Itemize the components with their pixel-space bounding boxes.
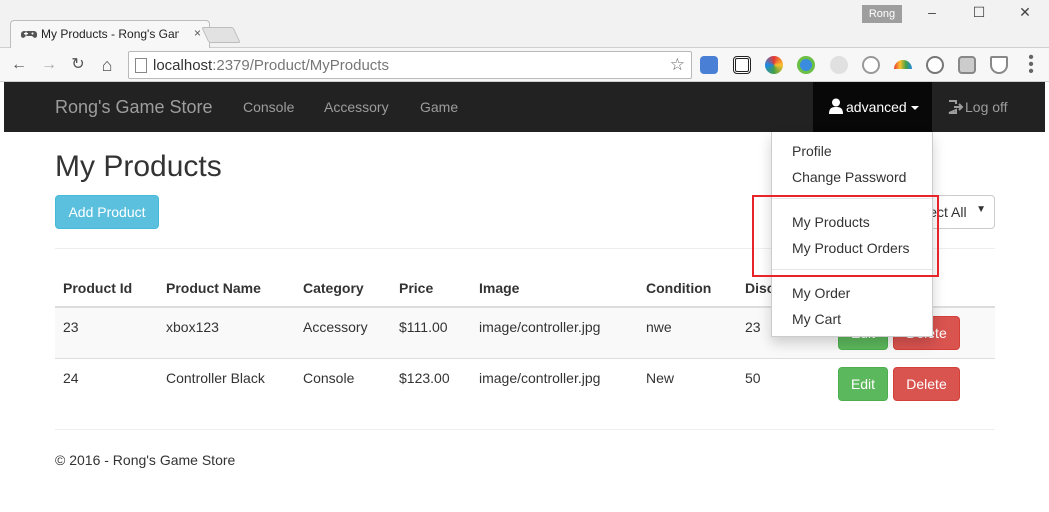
menu-item-profile[interactable]: Profile [792, 143, 832, 159]
close-window-icon[interactable]: ✕ [1010, 4, 1040, 24]
select-arrow-icon: ▼ [976, 204, 986, 215]
cell-condition: nwe [646, 319, 672, 335]
shield-icon[interactable] [990, 56, 1008, 74]
col-product-name: Product Name [166, 280, 261, 296]
cell-id: 23 [63, 319, 79, 335]
url-text: localhost:2379/Product/MyProducts [153, 57, 389, 74]
cell-name: xbox123 [166, 319, 219, 335]
cell-price: $111.00 [399, 319, 448, 335]
page-title: My Products [55, 150, 222, 183]
delete-button[interactable]: Delete [893, 367, 960, 401]
page-icon [135, 58, 147, 73]
globe-icon[interactable] [797, 56, 815, 74]
compass-icon[interactable] [926, 56, 944, 74]
nav-game[interactable]: Game [420, 99, 458, 115]
user-menu-toggle[interactable]: advanced [813, 82, 932, 132]
menu-item-my-order[interactable]: My Order [792, 285, 850, 301]
tab-close-icon[interactable]: × [194, 26, 201, 40]
cell-price: $123.00 [399, 370, 450, 386]
annotation-highlight-box [752, 195, 939, 277]
logout-icon [948, 100, 964, 114]
home-icon[interactable]: ⌂ [96, 54, 118, 76]
qr-code-icon[interactable] [733, 56, 751, 74]
site-navbar: Rong's Game Store Console Accessory Game… [4, 82, 1045, 132]
address-bar[interactable]: localhost:2379/Product/MyProducts ☆ [128, 51, 692, 79]
cell-condition: New [646, 370, 675, 386]
footer-text: © 2016 - Rong's Game Store [55, 452, 236, 468]
edit-button[interactable]: Edit [838, 367, 888, 401]
cell-image: image/controller.jpg [479, 319, 601, 335]
nav-console[interactable]: Console [243, 99, 294, 115]
add-product-button[interactable]: Add Product [55, 195, 159, 229]
cell-disc: 23 [745, 319, 761, 335]
forward-icon[interactable]: → [38, 54, 60, 76]
browser-titlebar: My Products - Rong's Game Store × Rong –… [0, 0, 1049, 48]
nav-accessory[interactable]: Accessory [324, 99, 389, 115]
cell-category: Accessory [303, 319, 368, 335]
caret-down-icon [911, 106, 919, 110]
cell-image: image/controller.jpg [479, 370, 601, 386]
col-image: Image [479, 280, 520, 296]
col-product-id: Product Id [63, 280, 133, 296]
user-icon [829, 98, 843, 114]
cell-disc: 50 [745, 370, 761, 386]
col-price: Price [399, 280, 434, 296]
maximize-icon[interactable]: ☐ [964, 4, 994, 24]
col-condition: Condition [646, 280, 712, 296]
cube-icon[interactable] [958, 56, 976, 74]
gear-icon[interactable] [862, 56, 880, 74]
user-name: advanced [846, 99, 907, 115]
row-divider [55, 358, 995, 359]
rainbow-icon[interactable] [894, 60, 912, 69]
browser-toolbar: ← → ↻ ⌂ localhost:2379/Product/MyProduct… [0, 48, 1049, 82]
tab-title: My Products - Rong's Game Store [41, 27, 179, 41]
back-icon[interactable]: ← [8, 54, 30, 76]
browser-menu-icon[interactable]: • • • [1024, 50, 1038, 80]
translate-icon[interactable] [700, 56, 718, 74]
new-tab-button[interactable] [201, 27, 241, 43]
footer-divider [55, 429, 995, 430]
reload-icon[interactable]: ↻ [67, 54, 89, 76]
color-wheel-icon[interactable] [765, 56, 783, 74]
col-category: Category [303, 280, 364, 296]
cell-category: Console [303, 370, 355, 386]
gamepad-icon [21, 31, 37, 38]
menu-item-change-password[interactable]: Change Password [792, 169, 906, 185]
cell-name: Controller Black [166, 370, 265, 386]
browser-tab[interactable]: My Products - Rong's Game Store × [10, 20, 210, 48]
brand-link[interactable]: Rong's Game Store [55, 97, 213, 118]
minimize-icon[interactable]: – [917, 4, 947, 24]
logoff-label: Log off [965, 99, 1008, 115]
feather-icon[interactable] [830, 56, 848, 74]
menu-item-my-cart[interactable]: My Cart [792, 311, 841, 327]
cell-id: 24 [63, 370, 79, 386]
profile-badge[interactable]: Rong [862, 5, 902, 23]
bookmark-star-icon[interactable]: ☆ [670, 55, 685, 75]
